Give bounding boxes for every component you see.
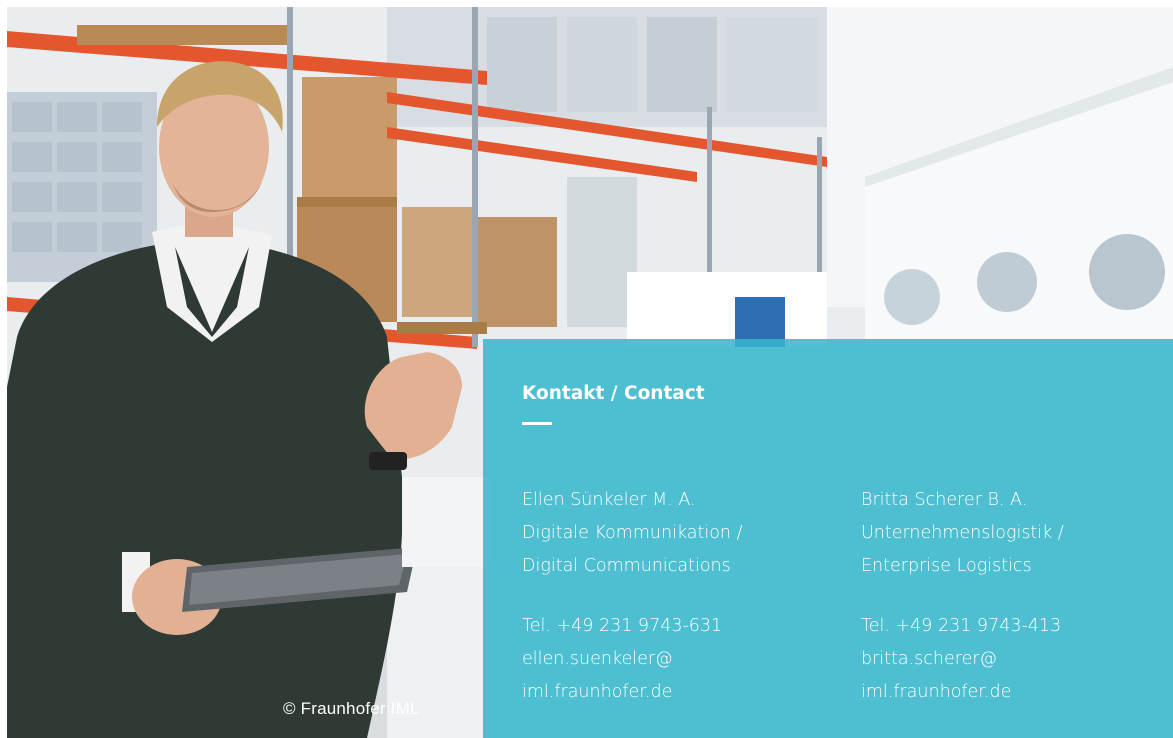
contact-department: Enterprise Logistics: [861, 556, 1032, 576]
heading-underline: [522, 422, 552, 425]
contact-panel: Kontakt / Contact Ellen Sünkeler M. A. D…: [483, 339, 1173, 738]
photo-credit: © Fraunhofer IML: [283, 699, 420, 718]
contact-email[interactable]: iml.fraunhofer.de: [861, 676, 1064, 709]
contact-department: Digital Communications: [522, 556, 731, 576]
contact-department: Unternehmenslogistik /: [861, 523, 1064, 543]
contact-department: Digitale Kommunikation /: [522, 523, 743, 543]
contact-heading: Kontakt / Contact: [522, 383, 705, 404]
contact-name: Ellen Sünkeler M. A.: [522, 490, 696, 510]
contact-email[interactable]: britta.scherer@: [861, 643, 1064, 676]
contact-email[interactable]: ellen.suenkeler@: [522, 643, 742, 676]
contact-email[interactable]: iml.fraunhofer.de: [522, 676, 742, 709]
contact-page: © Fraunhofer IML Kontakt / Contact Ellen…: [0, 0, 1173, 738]
contact-name: Britta Scherer B. A.: [861, 490, 1028, 510]
contact-phone[interactable]: Tel. +49 231 9743-631: [522, 610, 742, 643]
contact-card-britta: Britta Scherer B. A. Unternehmenslogisti…: [861, 484, 1064, 709]
contact-card-ellen: Ellen Sünkeler M. A. Digitale Kommunikat…: [522, 484, 742, 709]
contact-phone[interactable]: Tel. +49 231 9743-413: [861, 610, 1064, 643]
